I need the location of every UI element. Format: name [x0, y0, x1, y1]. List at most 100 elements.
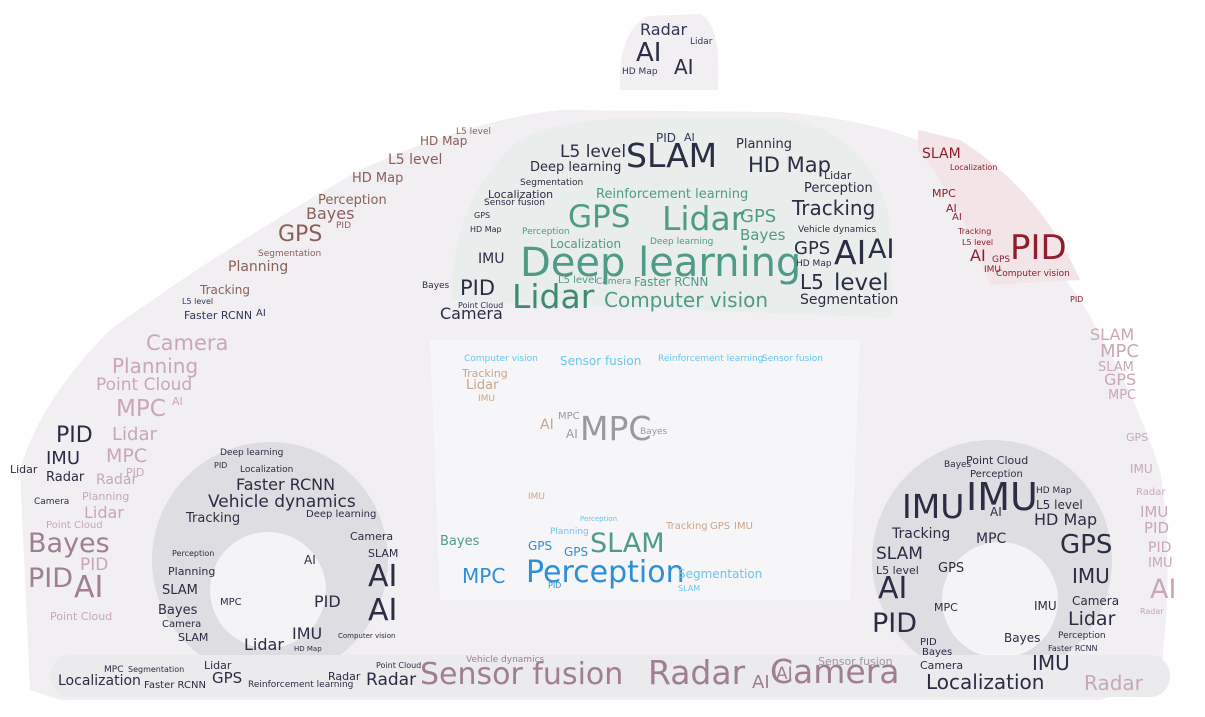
cloud-word: IMU	[1072, 564, 1110, 588]
cloud-word: PID	[56, 423, 93, 448]
cloud-word: Sensor fusion	[560, 354, 642, 368]
cloud-word: Perception	[804, 181, 873, 196]
cloud-word: Segmentation	[800, 292, 899, 308]
cloud-word: AI	[540, 417, 554, 433]
cloud-word: L5 level	[388, 152, 443, 168]
cloud-word: Localization	[240, 465, 294, 475]
cloud-word: Tracking	[792, 196, 876, 220]
cloud-word: Faster RCNN	[144, 680, 206, 691]
cloud-word: IMU	[1140, 503, 1169, 521]
cloud-word: HD Map	[294, 645, 322, 653]
cloud-word: Bayes	[440, 534, 480, 549]
cloud-word: IMU	[902, 487, 965, 526]
cloud-word: Bayes	[28, 528, 110, 559]
cloud-word: Tracking	[186, 511, 241, 526]
cloud-word: Sensor fusion	[762, 354, 823, 364]
cloud-word: Computer vision	[996, 269, 1070, 279]
cloud-word: GPS	[568, 199, 631, 235]
cloud-word: SLAM	[678, 584, 701, 593]
cloud-word: Lidar	[824, 169, 852, 182]
cloud-word: IMU	[966, 475, 1038, 519]
cloud-word: AI	[878, 571, 908, 606]
cloud-word: Computer vision	[604, 288, 769, 312]
cloud-word: AI	[256, 308, 266, 319]
cloud-word: L5 level	[558, 275, 597, 286]
cloud-word: MPC	[462, 564, 506, 588]
cloud-word: GPS	[1104, 370, 1137, 389]
cloud-word: HD Map	[352, 171, 404, 186]
cloud-word: Bayes	[422, 281, 450, 291]
cloud-word: Tracking	[200, 283, 250, 297]
cloud-word: IMU	[1148, 556, 1173, 571]
cloud-word: PID	[314, 592, 341, 611]
cloud-word: Reinforcement learning	[658, 354, 764, 364]
cloud-word: Lidar	[1068, 608, 1116, 630]
cloud-word: AI	[752, 672, 770, 693]
cloud-word: Radar	[648, 653, 746, 692]
cloud-word: MPC	[116, 396, 166, 422]
cloud-word: HD Map	[1036, 486, 1072, 496]
cloud-word: SLAM	[922, 146, 961, 162]
cloud-word: Radar	[46, 470, 85, 485]
cloud-word: Computer vision	[338, 632, 396, 640]
cloud-word: PID	[1070, 295, 1084, 304]
cloud-word: Planning	[112, 354, 199, 378]
cloud-word: L5 level	[560, 142, 627, 162]
cloud-word: Lidar	[662, 199, 745, 238]
cloud-word: IMU	[1034, 599, 1057, 613]
cloud-word: Camera	[146, 331, 229, 355]
cloud-word: GPS	[710, 521, 731, 532]
cloud-word: IMU	[478, 251, 505, 267]
cloud-word: Planning	[228, 259, 289, 275]
cloud-word: HD Map	[622, 67, 658, 77]
cloud-word: Camera	[1072, 594, 1120, 608]
cloud-word: AI	[952, 212, 962, 223]
cloud-word: AI	[368, 593, 398, 628]
cloud-word: Lidar	[244, 635, 284, 654]
cloud-word: PID	[1144, 519, 1170, 537]
cloud-word: MPC	[106, 445, 148, 467]
cloud-word: HD Map	[1034, 510, 1098, 529]
cloud-word: Deep learning	[530, 160, 622, 175]
cloud-word: MPC	[976, 531, 1007, 547]
cloud-word: AI	[74, 570, 104, 605]
cloud-word: L5	[800, 270, 824, 294]
cloud-word: Tracking	[666, 521, 708, 532]
cloud-word: HD Map	[796, 259, 832, 269]
cloud-word: Bayes	[158, 603, 198, 618]
cloud-word: HD Map	[420, 134, 468, 148]
cloud-word: Perception	[1058, 631, 1106, 641]
cloud-word: Radar	[1084, 671, 1143, 695]
cloud-word: AI	[368, 559, 398, 594]
cloud-word: Point Cloud	[50, 610, 113, 623]
word-cloud-canvas: Radar AI Lidar AI HD Map L5 level HD Map L5 lev…	[0, 0, 1205, 717]
cloud-word: Faster RCNN	[634, 275, 709, 289]
cloud-word: PID	[872, 608, 918, 639]
cloud-word: GPS	[278, 222, 323, 247]
cloud-word: Radar	[366, 670, 417, 690]
cloud-word: Lidar	[10, 463, 38, 476]
cloud-word: Sensor fusion	[818, 655, 893, 668]
cloud-word: IMU	[46, 448, 81, 469]
cloud-word: Camera	[34, 497, 70, 507]
cloud-word: IMU	[1130, 462, 1153, 476]
cloud-word: Lidar	[690, 37, 713, 47]
cloud-word: Localization	[950, 163, 998, 172]
cloud-word: Radar	[328, 670, 361, 683]
cloud-word: AI	[1150, 574, 1177, 605]
cloud-word: Point Cloud	[96, 375, 193, 395]
cloud-word: Lidar	[84, 503, 124, 522]
cloud-word: MPC	[932, 187, 956, 200]
cloud-word: HD Map	[748, 153, 831, 177]
cloud-word: Camera	[440, 304, 503, 323]
cloud-word: Perception	[580, 515, 618, 523]
cloud-word: PID	[336, 221, 352, 231]
cloud-word: Lidar	[466, 378, 499, 393]
cloud-word: Tracking	[892, 526, 951, 542]
cloud-word: PID	[548, 581, 562, 590]
cloud-word: Camera	[596, 277, 632, 287]
cloud-word: PID	[460, 276, 496, 300]
cloud-word: IMU	[528, 492, 546, 502]
cloud-word: Bayes	[640, 427, 668, 437]
cloud-word: Bayes	[922, 647, 953, 658]
